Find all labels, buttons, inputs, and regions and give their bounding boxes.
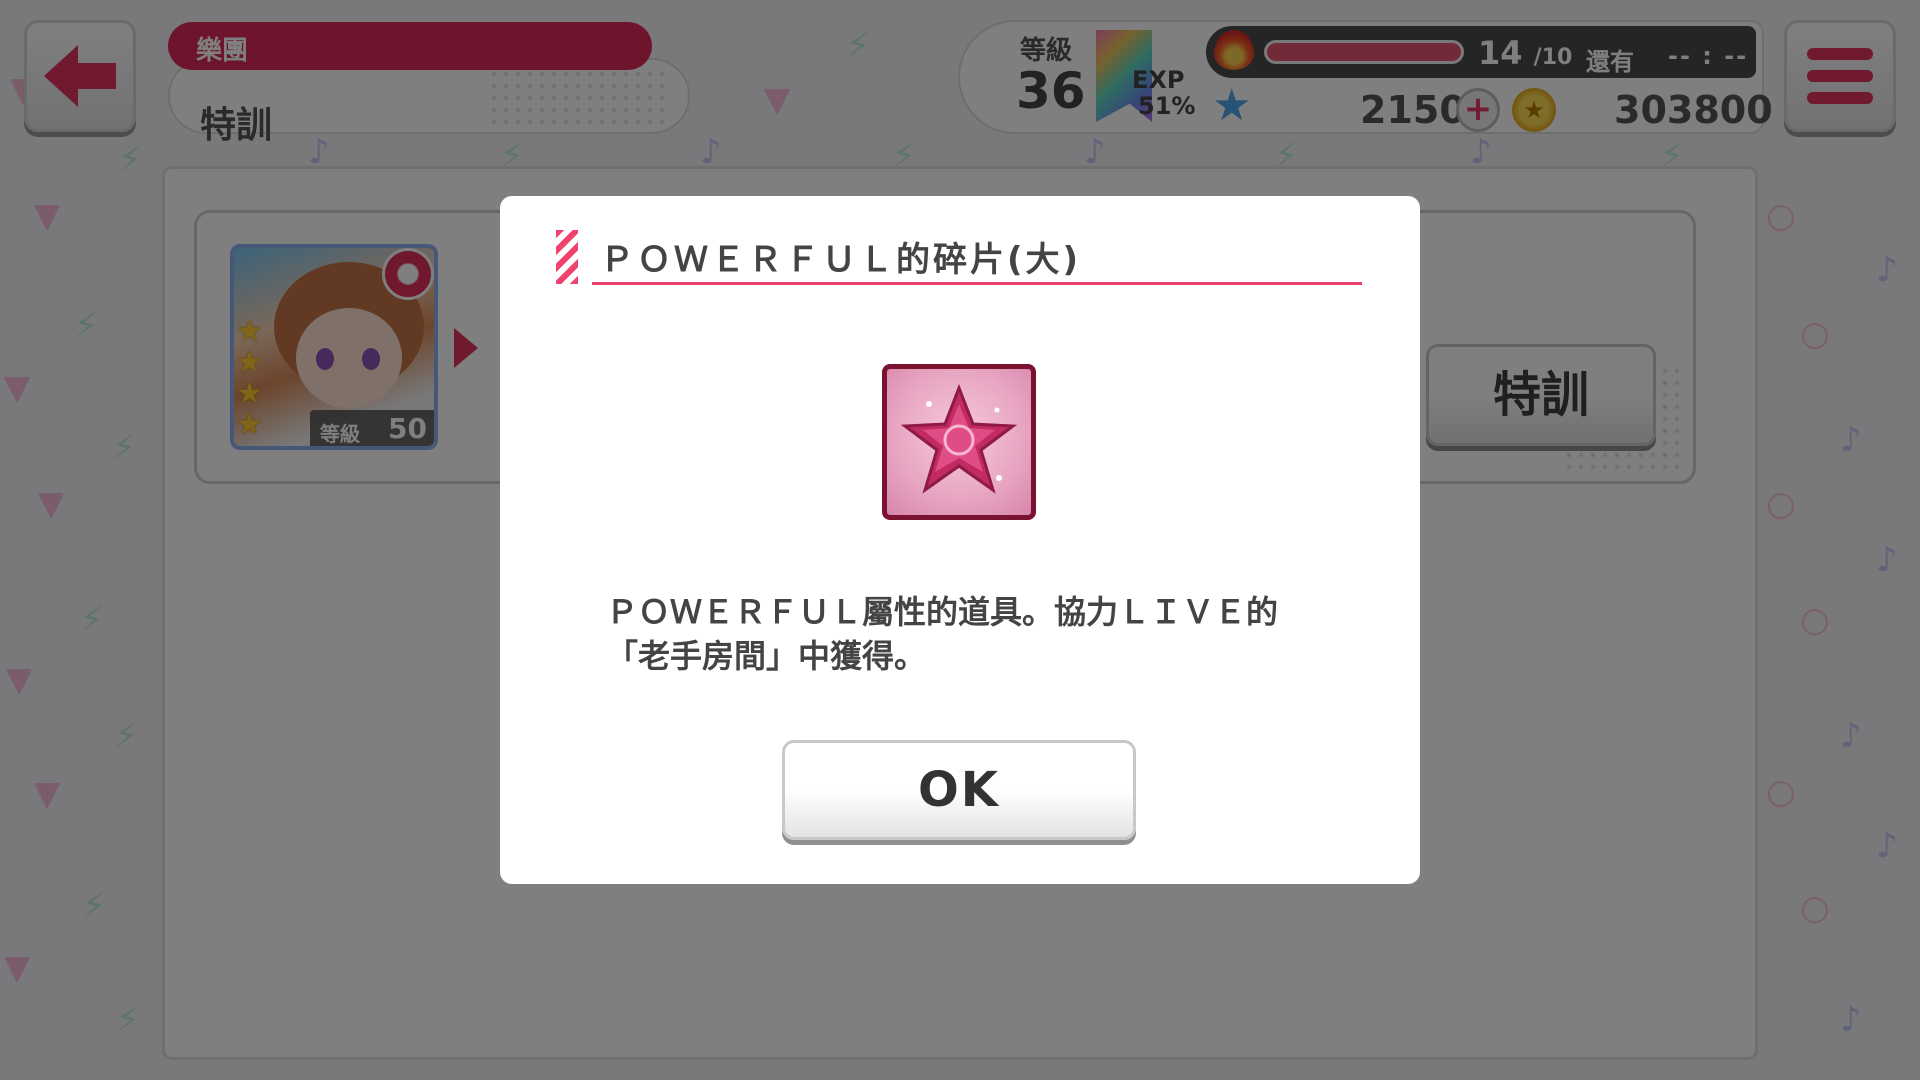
ok-button[interactable]: OK <box>782 740 1136 840</box>
title-divider <box>592 282 1362 285</box>
modal-title: ＰＯＷＥＲＦＵＬ的碎片(大) <box>600 240 1082 280</box>
description-line: ＰＯＷＥＲＦＵＬ屬性的道具。協力ＬＩＶＥ的 <box>606 593 1279 631</box>
title-stripe <box>556 230 578 284</box>
star-fragment-icon <box>900 383 1018 494</box>
item-image <box>882 364 1036 520</box>
description-line: 「老手房間」中獲得。 <box>606 637 927 675</box>
modal-description: ＰＯＷＥＲＦＵＬ屬性的道具。協力ＬＩＶＥ的 「老手房間」中獲得。 <box>606 590 1346 678</box>
